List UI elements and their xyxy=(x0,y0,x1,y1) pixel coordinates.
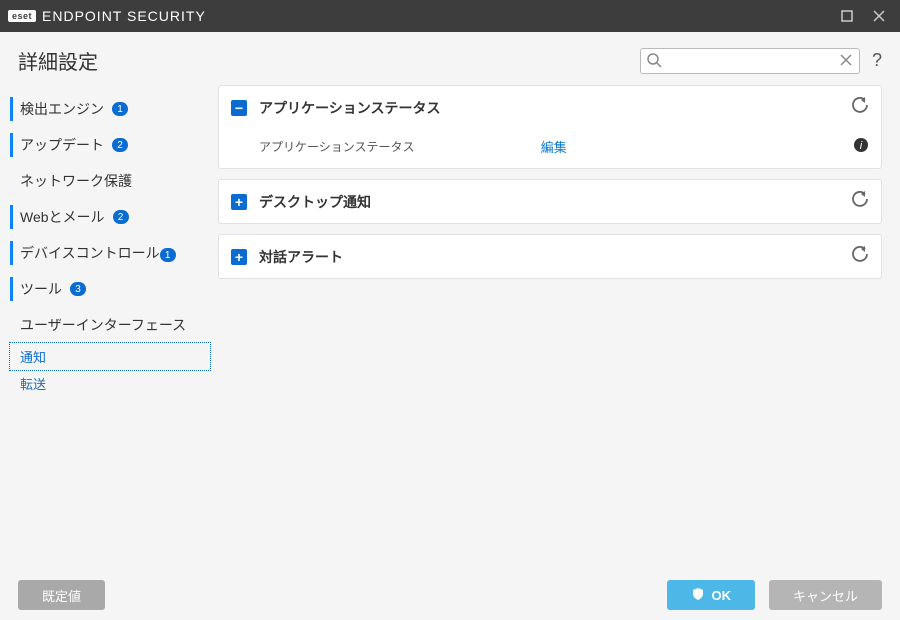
panel-header[interactable]: + デスクトップ通知 xyxy=(219,180,881,223)
panel-application-status: − アプリケーションステータス アプリケーションステータス 編集 i xyxy=(218,85,882,169)
reset-icon[interactable] xyxy=(851,245,869,268)
panel-interactive-alerts: + 対話アラート xyxy=(218,234,882,279)
sidebar-item-label: Webとメール xyxy=(20,207,105,227)
sidebar-sub-notifications[interactable]: 通知 xyxy=(10,343,210,370)
sidebar: 検出エンジン 1 アップデート 2 ネットワーク保護 Webとメール 2 デバイ… xyxy=(0,85,210,585)
brand-text: ENDPOINT SECURITY xyxy=(42,8,206,24)
brand-badge: eset xyxy=(8,10,36,22)
sidebar-item-update[interactable]: アップデート 2 xyxy=(10,127,210,163)
sidebar-badge: 1 xyxy=(112,102,128,116)
clear-search-icon[interactable] xyxy=(838,52,854,73)
panel-header[interactable]: − アプリケーションステータス xyxy=(219,86,881,129)
sidebar-item-user-interface[interactable]: ユーザーインターフェース xyxy=(10,307,210,343)
sidebar-item-label: アップデート xyxy=(20,135,104,155)
sidebar-item-device-control[interactable]: デバイスコントロール 1 xyxy=(10,235,210,271)
sidebar-badge: 2 xyxy=(112,138,128,152)
reset-icon[interactable] xyxy=(851,96,869,119)
ok-button[interactable]: OK xyxy=(667,580,755,610)
sidebar-item-label: ネットワーク保護 xyxy=(20,171,132,191)
sidebar-item-tools[interactable]: ツール 3 xyxy=(10,271,210,307)
sidebar-item-label: 検出エンジン xyxy=(20,99,104,119)
header-row: 詳細設定 ? xyxy=(0,32,900,85)
setting-row-label: アプリケーションステータス xyxy=(259,138,415,155)
panel-desktop-notifications: + デスクトップ通知 xyxy=(218,179,882,224)
sidebar-item-network-protection[interactable]: ネットワーク保護 xyxy=(10,163,210,199)
cancel-button[interactable]: キャンセル xyxy=(769,580,882,610)
panel-title: アプリケーションステータス xyxy=(259,98,440,118)
expand-icon[interactable]: + xyxy=(231,194,247,210)
info-icon[interactable]: i xyxy=(853,137,869,156)
search-input[interactable] xyxy=(640,48,860,74)
sidebar-item-label: デバイスコントロール xyxy=(20,243,160,263)
sidebar-item-label: ツール xyxy=(20,279,62,299)
sidebar-item-web-mail[interactable]: Webとメール 2 xyxy=(10,199,210,235)
sidebar-item-detection-engine[interactable]: 検出エンジン 1 xyxy=(10,91,210,127)
sidebar-badge: 1 xyxy=(160,248,176,262)
panel-body: アプリケーションステータス 編集 i xyxy=(219,129,881,168)
main-content: − アプリケーションステータス アプリケーションステータス 編集 i + デスク… xyxy=(210,85,900,585)
search-wrap xyxy=(640,48,860,74)
titlebar: eset ENDPOINT SECURITY xyxy=(0,0,900,32)
expand-icon[interactable]: + xyxy=(231,249,247,265)
help-icon[interactable]: ? xyxy=(872,50,882,71)
edit-link[interactable]: 編集 xyxy=(541,137,567,156)
panel-title: 対話アラート xyxy=(259,247,343,267)
shield-icon xyxy=(691,587,705,604)
collapse-icon[interactable]: − xyxy=(231,100,247,116)
ok-label: OK xyxy=(711,588,731,603)
sidebar-item-label: ユーザーインターフェース xyxy=(20,315,186,335)
default-button[interactable]: 既定値 xyxy=(18,580,105,610)
page-title: 詳細設定 xyxy=(18,46,98,75)
sidebar-badge: 2 xyxy=(113,210,129,224)
sidebar-sub-forwarding[interactable]: 転送 xyxy=(10,370,210,397)
sidebar-badge: 3 xyxy=(70,282,86,296)
maximize-icon[interactable] xyxy=(840,9,854,23)
close-icon[interactable] xyxy=(872,9,886,23)
footer: 既定値 OK キャンセル xyxy=(0,570,900,620)
panel-title: デスクトップ通知 xyxy=(259,192,371,212)
panel-header[interactable]: + 対話アラート xyxy=(219,235,881,278)
reset-icon[interactable] xyxy=(851,190,869,213)
